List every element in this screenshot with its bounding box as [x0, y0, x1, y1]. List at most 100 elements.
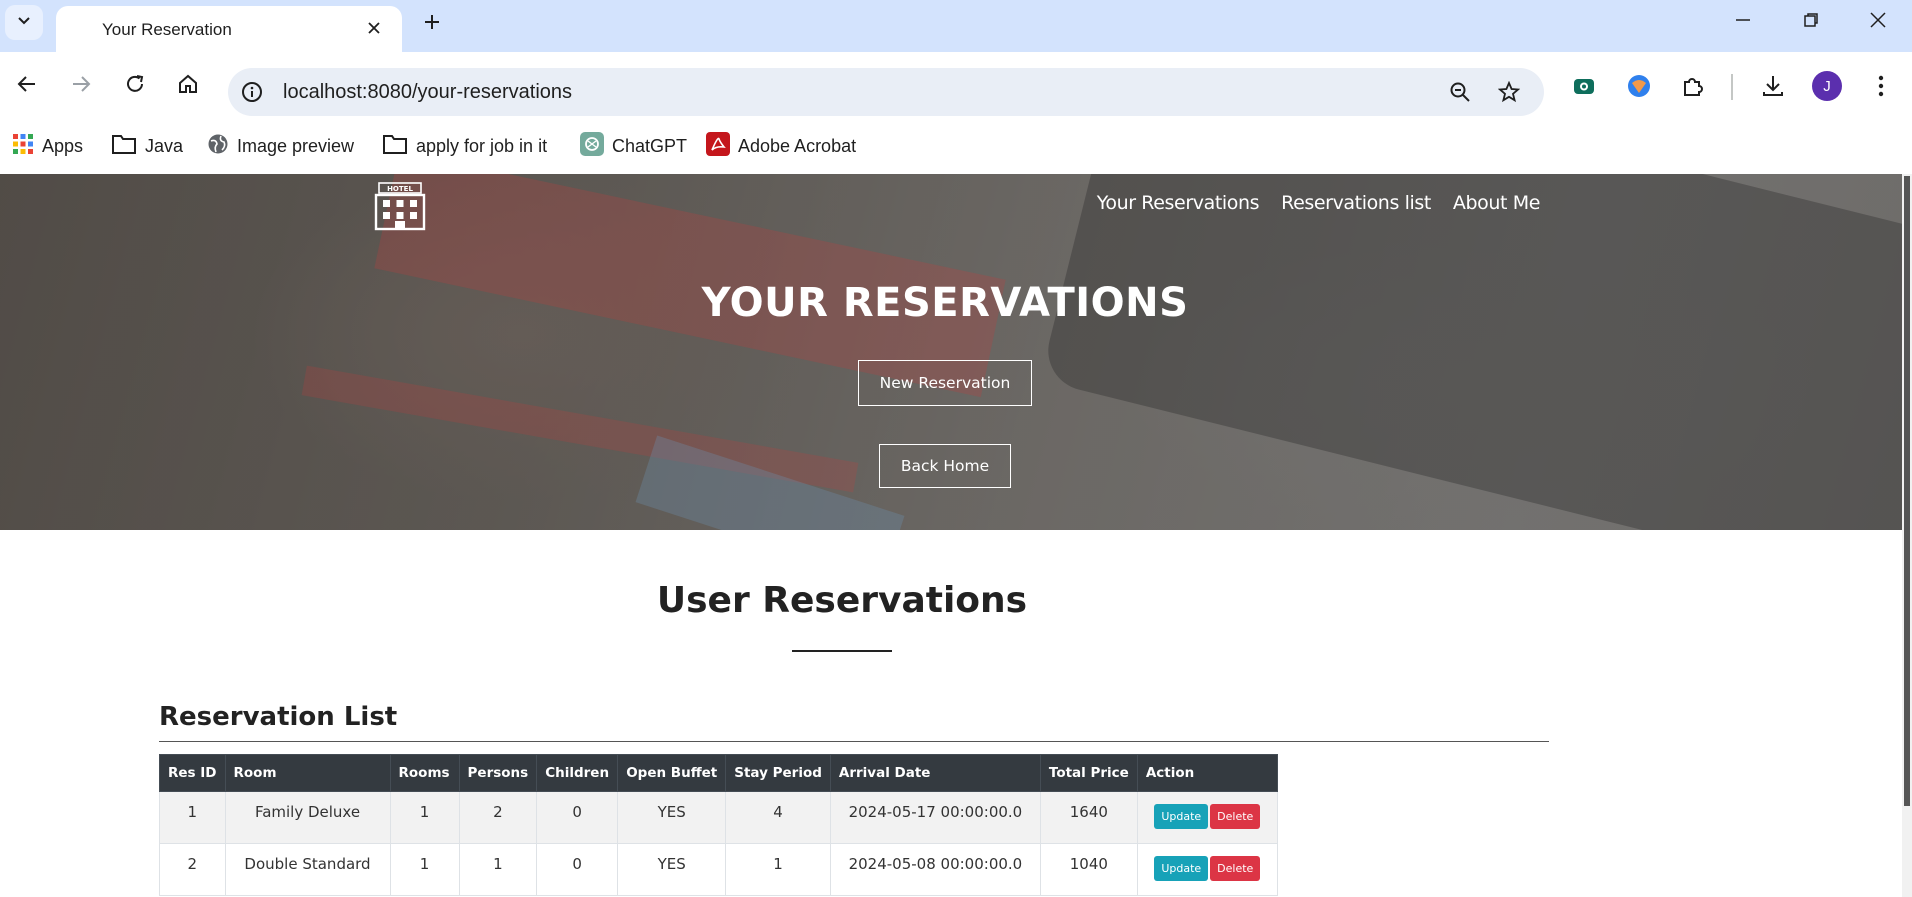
bookmark-label: Image preview — [237, 135, 355, 156]
bookmark-label: Apps — [42, 135, 84, 156]
table-row: 2 Double Standard 1 1 0 YES 1 2024-05-08… — [159, 843, 1278, 896]
bookmark-apply-for-job[interactable]: apply for job in it — [382, 130, 547, 162]
active-tab[interactable]: Your Reservation — [56, 6, 402, 52]
cell-res-id: 2 — [159, 843, 226, 896]
restore-icon — [1803, 12, 1819, 33]
cell-open-buffet: YES — [617, 791, 727, 844]
reload-icon — [124, 73, 146, 100]
delete-button[interactable]: Delete — [1210, 856, 1261, 881]
list-divider — [159, 741, 1549, 742]
close-window-button[interactable] — [1844, 0, 1912, 44]
folder-icon — [382, 133, 408, 160]
delete-button[interactable]: Delete — [1210, 804, 1261, 829]
plus-icon — [423, 13, 441, 36]
extensions-puzzle-icon[interactable] — [1677, 70, 1709, 102]
cell-total-price: 1040 — [1039, 843, 1138, 896]
tab-search-button[interactable] — [5, 5, 43, 40]
back-home-button[interactable]: Back Home — [879, 444, 1011, 488]
cell-room: Family Deluxe — [224, 791, 391, 844]
section-title: User Reservations — [656, 580, 1028, 621]
cell-persons: 1 — [458, 843, 538, 896]
minimize-button[interactable] — [1709, 0, 1777, 44]
column-header: Res ID — [159, 754, 226, 792]
bookmark-label: apply for job in it — [416, 135, 548, 156]
nav-your-reservations[interactable]: Your Reservations — [1097, 192, 1260, 214]
zoom-icon[interactable] — [1448, 80, 1472, 104]
page-title: YOUR RESERVATIONS — [701, 280, 1189, 326]
star-icon[interactable] — [1497, 80, 1521, 104]
nav-reservations-list[interactable]: Reservations list — [1281, 192, 1431, 214]
section-divider — [792, 650, 892, 652]
cell-arrival-date: 2024-05-08 00:00:00.0 — [829, 843, 1041, 896]
page-scrollbar[interactable] — [1902, 174, 1912, 897]
reload-button[interactable] — [115, 66, 155, 106]
arrow-left-icon — [16, 73, 38, 100]
cell-stay-period: 4 — [725, 791, 831, 844]
cell-room: Double Standard — [224, 843, 391, 896]
forward-button[interactable] — [61, 66, 101, 106]
page-content: HOTEL Your Reservations Reservations lis… — [0, 174, 1912, 897]
new-reservation-button[interactable]: New Reservation — [858, 360, 1032, 406]
column-header: Rooms — [389, 754, 460, 792]
column-header: Arrival Date — [829, 754, 1041, 792]
acrobat-icon — [706, 131, 730, 161]
cell-children: 0 — [536, 843, 619, 896]
kebab-menu-icon[interactable] — [1865, 70, 1897, 102]
address-bar[interactable]: localhost:8080/your-reservations — [228, 68, 1544, 116]
minimize-icon — [1735, 12, 1751, 33]
back-button[interactable] — [7, 66, 47, 106]
cell-open-buffet: YES — [617, 843, 727, 896]
vpn-extension-icon[interactable] — [1623, 70, 1655, 102]
update-button[interactable]: Update — [1154, 856, 1209, 881]
column-header: Open Buffet — [617, 754, 727, 792]
bookmark-chatgpt[interactable]: ChatGPT — [580, 130, 687, 162]
cell-res-id: 1 — [159, 791, 226, 844]
bookmark-image-preview[interactable]: Image preview — [207, 130, 354, 162]
new-tab-button[interactable] — [416, 8, 448, 40]
chatgpt-icon — [580, 131, 604, 161]
home-button[interactable] — [168, 66, 208, 106]
toolbar-separator — [1731, 74, 1733, 100]
cell-rooms: 1 — [389, 843, 460, 896]
bookmarks-bar: Apps Java Image preview apply for job in… — [0, 120, 1912, 174]
folder-icon — [111, 133, 137, 160]
table-row: 1 Family Deluxe 1 2 0 YES 4 2024-05-17 0… — [159, 791, 1278, 844]
list-title: Reservation List — [159, 702, 398, 732]
bookmark-java[interactable]: Java — [111, 130, 183, 162]
cell-stay-period: 1 — [725, 843, 831, 896]
bookmark-label: ChatGPT — [612, 135, 688, 156]
restore-button[interactable] — [1777, 0, 1845, 44]
nav-about-me[interactable]: About Me — [1453, 192, 1541, 214]
url-text[interactable]: localhost:8080/your-reservations — [283, 81, 572, 104]
cell-persons: 2 — [458, 791, 538, 844]
reservations-table: Res ID Room Rooms Persons Children Open … — [159, 754, 1278, 896]
logo-text: HOTEL — [387, 185, 413, 193]
apps-grid-icon — [12, 133, 34, 160]
screencast-extension-icon[interactable] — [1568, 70, 1600, 102]
bookmark-adobe-acrobat[interactable]: Adobe Acrobat — [706, 130, 856, 162]
hotel-logo[interactable]: HOTEL — [374, 181, 426, 231]
cell-action: Update Delete — [1136, 843, 1278, 896]
hero-banner: HOTEL Your Reservations Reservations lis… — [0, 174, 1912, 530]
close-icon — [1870, 11, 1886, 33]
close-icon[interactable] — [362, 16, 386, 40]
column-header: Stay Period — [725, 754, 831, 792]
download-icon[interactable] — [1757, 70, 1789, 102]
scrollbar-thumb[interactable] — [1904, 176, 1910, 806]
globe-icon — [207, 133, 229, 160]
column-header: Children — [536, 754, 619, 792]
column-header: Action — [1136, 754, 1278, 792]
arrow-right-icon — [70, 73, 92, 100]
cell-rooms: 1 — [389, 791, 460, 844]
bookmark-apps[interactable]: Apps — [12, 130, 83, 162]
hero-background-shape — [1039, 174, 1912, 530]
update-button[interactable]: Update — [1154, 804, 1209, 829]
browser-toolbar: localhost:8080/your-reservations J — [0, 52, 1912, 120]
cell-children: 0 — [536, 791, 619, 844]
chevron-down-icon — [16, 12, 32, 33]
tab-title: Your Reservation — [102, 20, 232, 39]
home-icon — [177, 73, 199, 100]
cell-action: Update Delete — [1136, 791, 1278, 844]
info-icon[interactable] — [240, 80, 264, 104]
profile-avatar[interactable]: J — [1812, 71, 1842, 101]
